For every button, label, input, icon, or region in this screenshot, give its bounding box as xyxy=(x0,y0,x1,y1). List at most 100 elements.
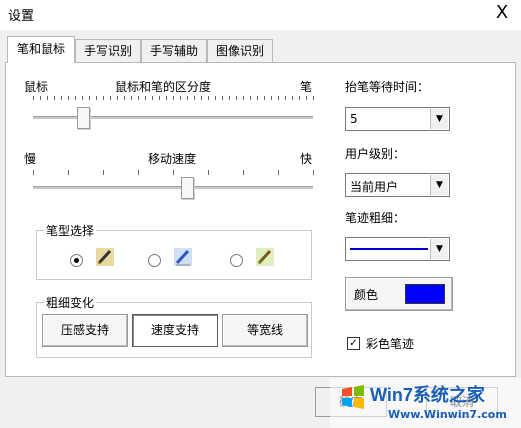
slider-tick xyxy=(236,96,237,100)
ballpoint-pen-icon xyxy=(174,248,192,266)
slider-tick xyxy=(278,170,279,175)
sensitivity-right-label: 笔 xyxy=(300,80,313,94)
chevron-down-icon: ▼ xyxy=(430,109,448,129)
slider-tick xyxy=(208,170,209,175)
slider-tick xyxy=(313,170,314,175)
slider-tick xyxy=(33,96,34,100)
sensitivity-left-label: 鼠标 xyxy=(24,80,49,94)
slider-tick xyxy=(110,96,111,100)
tab-handwriting-assist[interactable]: 手写辅助 xyxy=(141,39,207,62)
slider-tick xyxy=(173,96,174,100)
slider-tick xyxy=(243,96,244,100)
speed-ticks xyxy=(33,170,314,176)
slider-tick xyxy=(180,96,181,100)
slider-tick xyxy=(54,96,55,100)
speed-support-button[interactable]: 速度支持 xyxy=(132,314,218,347)
speed-right-label: 快 xyxy=(300,152,313,166)
check-mark-icon: ✓ xyxy=(349,338,358,349)
speed-title: 移动速度 xyxy=(148,152,197,166)
slider-tick xyxy=(257,96,258,100)
slider-tick xyxy=(208,96,209,100)
color-stroke-checkbox[interactable]: ✓ xyxy=(347,337,360,350)
windows-logo-icon xyxy=(340,384,366,410)
slider-tick xyxy=(138,170,139,175)
stroke-width-preview-line xyxy=(350,248,428,250)
slider-tick xyxy=(173,170,174,175)
slider-tick xyxy=(145,96,146,100)
slider-tick xyxy=(201,96,202,100)
stroke-width-select[interactable]: ▼ xyxy=(345,237,450,261)
slider-tick xyxy=(103,170,104,175)
wait-time-value: 5 xyxy=(350,112,358,126)
slider-tick xyxy=(306,96,307,100)
slider-tick xyxy=(40,96,41,100)
speed-track[interactable] xyxy=(33,186,313,189)
sensitivity-ticks xyxy=(33,96,314,102)
color-swatch xyxy=(405,284,445,304)
slider-tick xyxy=(278,96,279,100)
slider-tick xyxy=(187,96,188,100)
slider-tick xyxy=(68,96,69,100)
slider-tick xyxy=(229,96,230,100)
slider-tick xyxy=(159,96,160,100)
slider-tick xyxy=(61,96,62,100)
slider-tick xyxy=(138,96,139,100)
pressure-support-button[interactable]: 压感支持 xyxy=(42,314,128,347)
slider-tick xyxy=(243,170,244,175)
color-stroke-label: 彩色笔迹 xyxy=(366,337,415,351)
slider-tick xyxy=(250,96,251,100)
slider-tick xyxy=(299,96,300,100)
slider-tick xyxy=(96,96,97,100)
slider-tick xyxy=(103,96,104,100)
pen-type-legend: 笔型选择 xyxy=(44,222,97,239)
user-level-value: 当前用户 xyxy=(350,180,399,194)
pen-type-radio-1[interactable] xyxy=(70,254,83,267)
slider-tick xyxy=(166,96,167,100)
title-bar xyxy=(0,0,521,30)
color-label: 颜色 xyxy=(354,288,379,302)
sensitivity-slider-thumb[interactable] xyxy=(77,107,91,129)
slider-tick xyxy=(124,96,125,100)
watermark-overlay: Win7系统之家 Www.Winwin7.com xyxy=(330,378,521,428)
slider-tick xyxy=(117,96,118,100)
tab-pen-and-mouse[interactable]: 笔和鼠标 xyxy=(7,36,75,63)
slider-tick xyxy=(152,96,153,100)
wait-time-select[interactable]: 5 ▼ xyxy=(345,107,450,131)
sensitivity-track[interactable] xyxy=(33,116,313,119)
fountain-pen-icon xyxy=(96,248,114,266)
close-button[interactable]: X xyxy=(488,0,516,28)
thickness-change-legend: 粗细变化 xyxy=(44,294,97,311)
slider-tick xyxy=(285,96,286,100)
slider-tick xyxy=(313,96,314,100)
slider-tick xyxy=(68,170,69,175)
slider-tick xyxy=(264,96,265,100)
slider-tick xyxy=(47,96,48,100)
slider-tick xyxy=(222,96,223,100)
speed-left-label: 慢 xyxy=(24,152,37,166)
slider-tick xyxy=(89,96,90,100)
slider-tick xyxy=(33,170,34,175)
speed-slider-thumb[interactable] xyxy=(181,177,194,199)
brush-pen-icon xyxy=(256,248,274,266)
slider-tick xyxy=(82,96,83,100)
slider-tick xyxy=(271,96,272,100)
constant-width-button[interactable]: 等宽线 xyxy=(222,314,308,347)
user-level-select[interactable]: 当前用户 ▼ xyxy=(345,173,450,197)
tab-handwriting-recognition[interactable]: 手写识别 xyxy=(75,39,141,62)
wait-time-label: 抬笔等待时间： xyxy=(345,80,430,94)
tab-image-recognition[interactable]: 图像识别 xyxy=(207,39,273,62)
stroke-width-label: 笔迹粗细： xyxy=(345,211,406,225)
chevron-down-icon: ▼ xyxy=(430,175,448,195)
slider-tick xyxy=(215,96,216,100)
pen-type-radio-2[interactable] xyxy=(148,254,161,267)
watermark-url: Www.Winwin7.com xyxy=(388,408,507,421)
user-level-label: 用户级别： xyxy=(345,147,406,161)
slider-tick xyxy=(75,96,76,100)
window-title: 设置 xyxy=(8,9,35,24)
slider-tick xyxy=(194,96,195,100)
pen-type-radio-3[interactable] xyxy=(230,254,243,267)
slider-tick xyxy=(292,96,293,100)
sensitivity-title: 鼠标和笔的区分度 xyxy=(115,80,212,94)
slider-tick xyxy=(131,96,132,100)
chevron-down-icon: ▼ xyxy=(430,239,448,259)
